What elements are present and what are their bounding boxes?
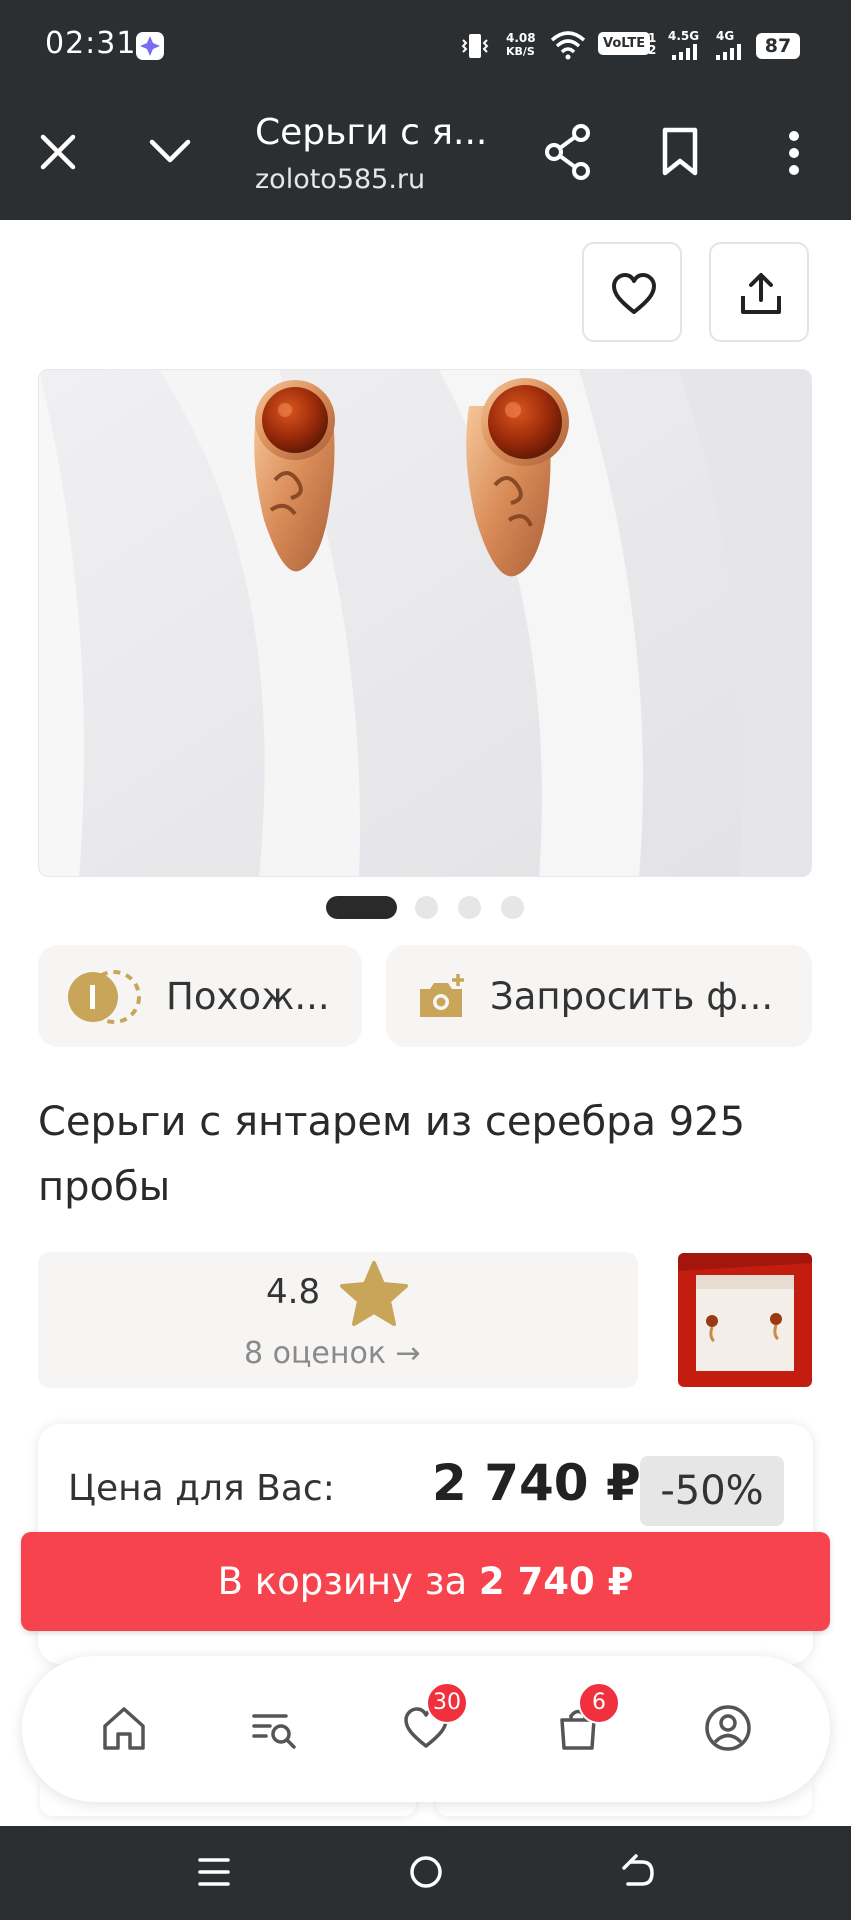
nav-cart[interactable]: 6: [538, 1682, 620, 1768]
page-url: zoloto585.ru: [255, 164, 426, 195]
close-icon[interactable]: [38, 132, 78, 172]
price-value: 2 740 ₽: [432, 1454, 641, 1512]
chevron-down-icon[interactable]: [148, 136, 192, 166]
price-label: Цена для Вас:: [68, 1468, 335, 1509]
sim2-tech: 4G: [716, 29, 735, 43]
heart-icon: [612, 273, 656, 314]
home-icon: [103, 1707, 145, 1750]
rating-card[interactable]: 4.8 8 оценок →: [38, 1252, 638, 1388]
bluetooth-vibrate-icon: [460, 30, 490, 66]
more-vert-icon[interactable]: [782, 130, 806, 176]
share-icon[interactable]: [544, 124, 592, 180]
back-icon[interactable]: [620, 1854, 656, 1894]
system-navigation-bar: [0, 1826, 851, 1920]
sim-slot-labels: 12: [648, 31, 657, 57]
similar-button[interactable]: Похож...: [38, 945, 362, 1047]
request-photo-label: Запросить ф...: [490, 975, 774, 1018]
wifi-icon: [550, 30, 586, 64]
volte-indicator: VoLTE: [598, 32, 651, 55]
sim2-signal-icon: [716, 44, 744, 64]
product-image[interactable]: [38, 369, 812, 877]
wishlist-button[interactable]: [582, 242, 682, 342]
add-to-cart-price: 2 740 ₽: [478, 1560, 634, 1603]
net-speed-unit: KB/S: [506, 45, 535, 58]
home-circle-icon[interactable]: [408, 1854, 444, 1894]
star-icon: [338, 1260, 410, 1334]
gallery-dot-active[interactable]: [326, 896, 397, 919]
similar-icon: [66, 969, 142, 1029]
bookmark-icon[interactable]: [660, 127, 700, 177]
upload-share-icon: [741, 273, 781, 314]
gallery-dot[interactable]: [415, 896, 438, 919]
sim1-signal-icon: [672, 44, 700, 64]
browser-toolbar: Серьги с я... zoloto585.ru: [0, 92, 851, 220]
recent-apps-icon[interactable]: [196, 1854, 232, 1894]
product-title: Серьги с янтарем из серебра 925 пробы: [38, 1099, 746, 1210]
rating-count-link[interactable]: 8 оценок →: [244, 1336, 421, 1371]
page-title: Серьги с я...: [255, 112, 488, 153]
bottom-navigation: 30 6: [22, 1656, 830, 1802]
profile-icon: [705, 1705, 751, 1751]
rating-score: 4.8: [266, 1272, 321, 1312]
add-to-cart-button[interactable]: В корзину за 2 740 ₽: [21, 1532, 830, 1631]
add-to-cart-text: В корзину за: [217, 1560, 479, 1603]
net-speed-value: 4.08: [506, 31, 536, 45]
sim1-tech: 4.5G: [668, 29, 700, 43]
review-photo-thumbnail[interactable]: [678, 1253, 812, 1387]
status-time: 02:31: [45, 26, 137, 61]
catalog-search-icon: [252, 1714, 296, 1749]
nav-home[interactable]: [84, 1688, 164, 1768]
status-bar: 02:31 4.08 KB/S VoLTE 12 4.5G 4G 87: [0, 0, 851, 92]
discount-badge: -50%: [640, 1456, 784, 1526]
cart-badge: 6: [578, 1682, 620, 1724]
battery-indicator: 87: [756, 33, 800, 59]
nav-profile[interactable]: [688, 1688, 768, 1768]
favorites-badge: 30: [426, 1682, 468, 1724]
assistant-app-icon: [136, 32, 164, 60]
gallery-dot[interactable]: [458, 896, 481, 919]
gallery-dot[interactable]: [501, 896, 524, 919]
nav-catalog-search[interactable]: [234, 1688, 314, 1768]
request-photo-button[interactable]: Запросить ф...: [386, 945, 812, 1047]
similar-label: Похож...: [166, 975, 330, 1018]
nav-favorites[interactable]: 30: [386, 1682, 468, 1768]
camera-plus-icon: [418, 973, 468, 1025]
share-product-button[interactable]: [709, 242, 809, 342]
